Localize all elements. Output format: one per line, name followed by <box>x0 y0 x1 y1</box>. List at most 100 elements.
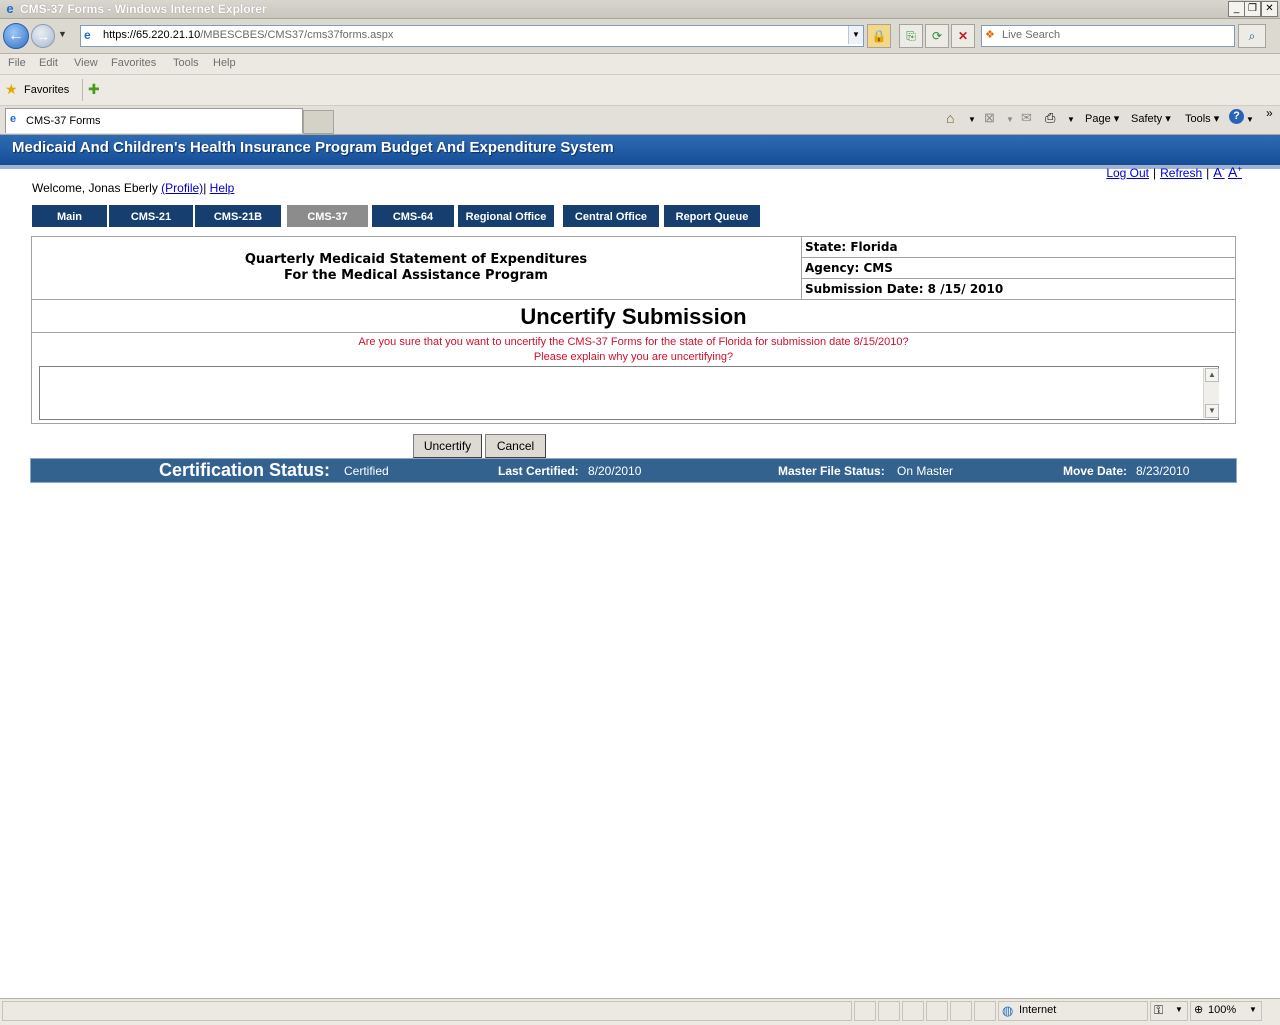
tab-page-icon: e <box>10 113 17 125</box>
decrease-font-icon[interactable]: A- <box>1213 165 1224 180</box>
uncertify-button[interactable]: Uncertify <box>413 434 482 458</box>
feeds-dropdown-icon[interactable]: ▼ <box>1006 115 1014 124</box>
lock-icon[interactable]: 🔒 <box>867 24 891 48</box>
uncertify-prompt: Please explain why you are uncertifying? <box>533 351 734 363</box>
tools-menu[interactable]: Tools ▾ <box>1185 112 1219 125</box>
print-icon[interactable]: ⎙ <box>1045 110 1055 126</box>
stop-icon[interactable]: ✕ <box>951 24 975 48</box>
submission-date-row: Submission Date: 8 /15/ 2010 <box>802 279 1235 299</box>
address-host: https://65.220.21.10 <box>103 29 201 41</box>
app-banner: Medicaid And Children's Health Insurance… <box>0 135 1280 169</box>
restore-button[interactable]: ❐ <box>1244 1 1261 17</box>
scroll-down-icon[interactable]: ▼ <box>1205 404 1219 418</box>
feeds-icon[interactable]: ⊠ <box>984 110 995 126</box>
minimize-button[interactable]: _ <box>1228 1 1245 17</box>
search-placeholder: Live Search <box>1002 29 1061 41</box>
top-links: Log Out | Refresh | A- A+ <box>1106 164 1242 180</box>
menu-bar: File Edit View Favorites Tools Help <box>0 54 1280 75</box>
status-segment <box>926 1001 948 1021</box>
agency-row: Agency: CMS <box>802 258 1235 279</box>
search-go-icon[interactable]: ⌕ <box>1238 24 1266 48</box>
increase-font-icon[interactable]: A+ <box>1228 164 1242 180</box>
favorites-star-icon: ★ <box>5 81 18 97</box>
reason-scrollbar[interactable]: ▲ ▼ <box>1203 368 1219 418</box>
favorites-divider <box>82 79 83 101</box>
menu-edit[interactable]: Edit <box>39 57 58 69</box>
close-window-button[interactable]: ✕ <box>1261 1 1278 17</box>
tab-cms-64[interactable]: CMS-64 <box>372 205 456 227</box>
page-icon: e <box>84 28 91 42</box>
refresh-icon[interactable]: ⟳ <box>925 24 949 48</box>
address-bar[interactable]: e https://65.220.21.10/MBESCBES/CMS37/cm… <box>80 25 864 47</box>
browser-tab[interactable]: e CMS-37 Forms <box>5 108 303 133</box>
search-box[interactable]: ❖ Live Search <box>981 25 1235 47</box>
favorites-button[interactable]: Favorites <box>24 84 69 96</box>
mail-icon[interactable]: ✉ <box>1021 110 1032 126</box>
logout-link[interactable]: Log Out <box>1106 166 1149 180</box>
help-link[interactable]: Help <box>210 181 235 195</box>
last-certified-label: Last Certified: <box>498 464 579 478</box>
help-dropdown-icon[interactable]: ▼ <box>1246 115 1254 124</box>
print-dropdown-icon[interactable]: ▼ <box>1067 115 1075 124</box>
window-title: CMS-37 Forms - Windows Internet Explorer <box>20 2 267 16</box>
menu-help[interactable]: Help <box>213 57 236 69</box>
menu-favorites[interactable]: Favorites <box>111 57 156 69</box>
browser-status-bar: ◍ Internet ⚿ ▼ ⊕ 100% ▼ <box>0 998 1280 1025</box>
link-separator: | <box>1206 166 1210 180</box>
menu-file[interactable]: File <box>8 57 26 69</box>
internet-explorer-icon: e <box>6 1 14 16</box>
tab-report-queue[interactable]: Report Queue <box>664 205 762 227</box>
scroll-up-icon[interactable]: ▲ <box>1205 368 1219 382</box>
uncertify-title: Uncertify Submission <box>32 300 1235 333</box>
back-button[interactable]: ← <box>3 23 29 49</box>
tab-central-office[interactable]: Central Office <box>563 205 661 227</box>
certification-status-value: Certified <box>344 464 389 478</box>
page-menu[interactable]: Page ▾ <box>1085 112 1119 125</box>
agency-value: Agency: CMS <box>805 261 893 275</box>
zoom-control[interactable]: ⊕ 100% ▼ <box>1190 1001 1262 1021</box>
add-favorite-icon[interactable]: ✚ <box>88 81 100 98</box>
status-segment <box>854 1001 876 1021</box>
compatibility-view-icon[interactable]: ⎘ <box>899 24 923 48</box>
help-icon[interactable]: ? <box>1229 109 1244 124</box>
profile-link[interactable]: (Profile) <box>161 181 203 195</box>
form-title: Quarterly Medicaid Statement of Expendit… <box>32 252 800 284</box>
live-search-icon: ❖ <box>985 29 995 41</box>
safety-menu[interactable]: Safety ▾ <box>1131 112 1171 125</box>
move-date-value: 8/23/2010 <box>1136 464 1190 478</box>
zone-label: Internet <box>1019 1004 1057 1016</box>
form-header: Quarterly Medicaid Statement of Expendit… <box>31 236 1236 300</box>
chevron-right-icon[interactable]: » <box>1266 106 1273 120</box>
recent-pages-dropdown-icon[interactable]: ▼ <box>58 29 67 39</box>
menu-view[interactable]: View <box>74 57 98 69</box>
navigation-row: ← → ▼ e https://65.220.21.10/MBESCBES/CM… <box>0 19 1280 54</box>
move-date-label: Move Date: <box>1063 464 1128 478</box>
address-dropdown-icon[interactable]: ▼ <box>848 26 863 44</box>
status-segment <box>902 1001 924 1021</box>
tab-regional-office[interactable]: Regional Office <box>458 205 556 227</box>
cancel-button[interactable]: Cancel <box>485 434 546 458</box>
zoom-icon: ⊕ <box>1194 1004 1204 1016</box>
forward-button[interactable]: → <box>31 24 55 48</box>
master-file-status-value: On Master <box>897 464 954 478</box>
address-path: /MBESCBES/CMS37/cms37forms.aspx <box>200 29 394 41</box>
status-segment <box>974 1001 996 1021</box>
protected-mode[interactable]: ⚿ ▼ <box>1150 1001 1188 1021</box>
tab-cms-21[interactable]: CMS-21 <box>109 205 195 227</box>
refresh-link[interactable]: Refresh <box>1160 166 1202 180</box>
welcome-separator: | <box>203 181 207 195</box>
window-title-bar: e CMS-37 Forms - Windows Internet Explor… <box>0 0 1280 19</box>
new-tab-button[interactable] <box>303 110 334 134</box>
submission-date-value: Submission Date: 8 /15/ 2010 <box>805 282 1004 296</box>
tab-main[interactable]: Main <box>32 205 109 227</box>
tab-cms-21b[interactable]: CMS-21B <box>195 205 283 227</box>
welcome-text: Welcome, Jonas Eberly <box>32 181 162 195</box>
zoom-dropdown-icon: ▼ <box>1249 1005 1257 1014</box>
menu-tools[interactable]: Tools <box>173 57 199 69</box>
home-dropdown-icon[interactable]: ▼ <box>968 115 976 124</box>
state-value: State: Florida <box>805 240 898 254</box>
uncertify-reason-textarea[interactable] <box>39 366 1219 420</box>
tab-cms-37[interactable]: CMS-37 <box>287 205 370 227</box>
home-icon[interactable]: ⌂ <box>946 110 954 126</box>
status-segment <box>878 1001 900 1021</box>
